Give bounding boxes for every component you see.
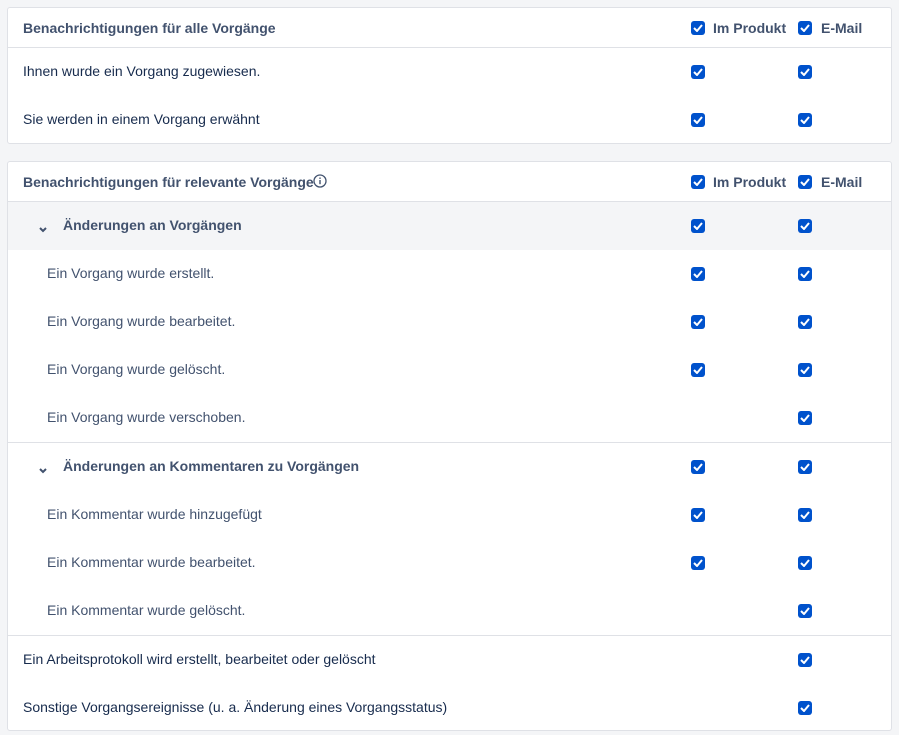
notification-label: Ihnen wurde ein Vorgang zugewiesen. — [23, 63, 261, 79]
notification-row: Ein Vorgang wurde bearbeitet. — [8, 298, 891, 346]
notification-label: Sie werden in einem Vorgang erwähnt — [23, 111, 260, 127]
product-checkbox[interactable] — [691, 508, 705, 522]
email-checkbox[interactable] — [798, 113, 812, 127]
notification-row: Ein Vorgang wurde erstellt. — [8, 250, 891, 298]
product-checkbox[interactable] — [691, 460, 705, 474]
group-label: Änderungen an Kommentaren zu Vorgängen — [63, 458, 360, 474]
email-checkbox[interactable] — [798, 65, 812, 79]
email-checkbox[interactable] — [798, 267, 812, 281]
relevant-issues-panel: Benachrichtigungen für relevante Vorgäng… — [7, 161, 892, 731]
col-label-email: E-Mail — [821, 174, 863, 190]
email-checkbox[interactable] — [798, 508, 812, 522]
chevron-down-icon[interactable] — [38, 221, 48, 233]
group-row-comment-changes[interactable]: Änderungen an Kommentaren zu Vorgängen — [8, 442, 891, 491]
notification-label: Ein Kommentar wurde gelöscht. — [47, 602, 246, 618]
group-row-issue-changes[interactable]: Änderungen an Vorgängen — [8, 202, 891, 250]
email-checkbox[interactable] — [798, 411, 812, 425]
relevant-product-header-checkbox[interactable] — [691, 175, 705, 189]
email-checkbox[interactable] — [798, 460, 812, 474]
notification-row: Sie werden in einem Vorgang erwähnt — [8, 96, 891, 144]
all-issues-panel: Benachrichtigungen für alle Vorgänge Im … — [7, 7, 892, 144]
notification-row: Ein Vorgang wurde verschoben. — [8, 394, 891, 442]
col-label-product: Im Produkt — [713, 174, 787, 190]
col-label-product: Im Produkt — [713, 20, 787, 36]
all-issues-product-header-checkbox[interactable] — [691, 21, 705, 35]
notification-row: Ihnen wurde ein Vorgang zugewiesen. — [8, 48, 891, 96]
chevron-down-icon[interactable] — [38, 462, 48, 474]
notification-row: Sonstige Vorgangsereignisse (u. a. Änder… — [8, 684, 891, 732]
relevant-issues-header: Benachrichtigungen für relevante Vorgäng… — [8, 162, 891, 202]
notification-label: Sonstige Vorgangsereignisse (u. a. Änder… — [23, 699, 448, 715]
product-checkbox[interactable] — [691, 556, 705, 570]
all-issues-title: Benachrichtigungen für alle Vorgänge — [23, 20, 276, 36]
email-checkbox[interactable] — [798, 701, 812, 715]
product-checkbox[interactable] — [691, 113, 705, 127]
notification-label: Ein Vorgang wurde verschoben. — [47, 409, 246, 425]
relevant-issues-title: Benachrichtigungen für relevante Vorgäng… — [23, 174, 314, 190]
product-checkbox[interactable] — [691, 315, 705, 329]
info-icon[interactable] — [313, 174, 327, 188]
notification-row: Ein Kommentar wurde gelöscht. — [8, 587, 891, 635]
notification-label: Ein Kommentar wurde hinzugefügt — [47, 506, 262, 522]
notification-row: Ein Arbeitsprotokoll wird erstellt, bear… — [8, 635, 891, 684]
product-checkbox[interactable] — [691, 65, 705, 79]
notification-row: Ein Vorgang wurde gelöscht. — [8, 346, 891, 394]
all-issues-header: Benachrichtigungen für alle Vorgänge Im … — [8, 8, 891, 48]
product-checkbox[interactable] — [691, 363, 705, 377]
notification-label: Ein Arbeitsprotokoll wird erstellt, bear… — [23, 651, 376, 667]
col-label-email: E-Mail — [821, 20, 863, 36]
group-label: Änderungen an Vorgängen — [63, 217, 242, 233]
notification-label: Ein Vorgang wurde bearbeitet. — [47, 313, 236, 329]
notification-row: Ein Kommentar wurde hinzugefügt — [8, 491, 891, 539]
email-checkbox[interactable] — [798, 363, 812, 377]
email-checkbox[interactable] — [798, 604, 812, 618]
product-checkbox[interactable] — [691, 219, 705, 233]
notification-label: Ein Kommentar wurde bearbeitet. — [47, 554, 256, 570]
relevant-email-header-checkbox[interactable] — [798, 175, 812, 189]
notification-label: Ein Vorgang wurde gelöscht. — [47, 361, 226, 377]
email-checkbox[interactable] — [798, 219, 812, 233]
product-checkbox[interactable] — [691, 267, 705, 281]
notification-label: Ein Vorgang wurde erstellt. — [47, 265, 215, 281]
notification-row: Ein Kommentar wurde bearbeitet. — [8, 539, 891, 587]
email-checkbox[interactable] — [798, 556, 812, 570]
email-checkbox[interactable] — [798, 315, 812, 329]
email-checkbox[interactable] — [798, 653, 812, 667]
all-issues-email-header-checkbox[interactable] — [798, 21, 812, 35]
